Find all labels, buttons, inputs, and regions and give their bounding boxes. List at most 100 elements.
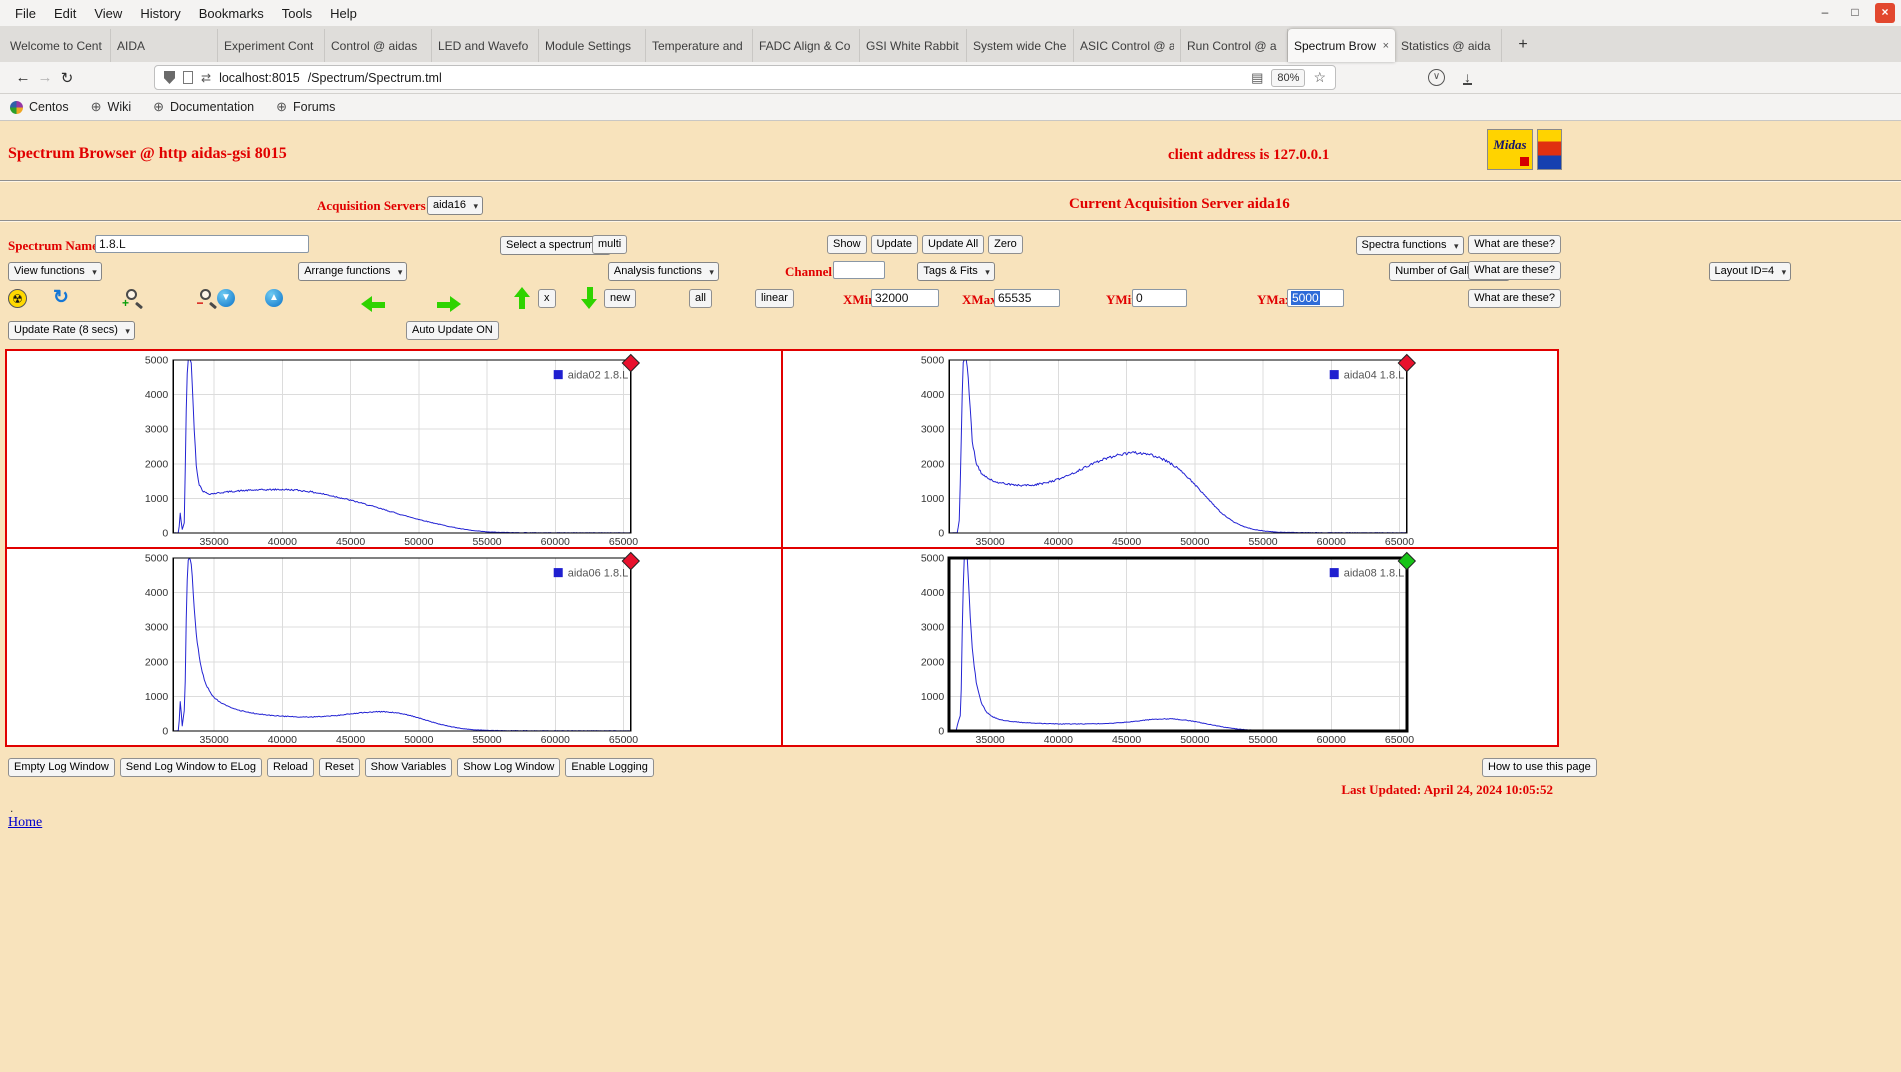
tags-fits-select[interactable]: Tags & Fits [917, 262, 994, 281]
bookmark-wiki[interactable]: ⊕Wiki [91, 99, 132, 115]
acquisition-server-select[interactable]: aida16 [427, 196, 483, 215]
multi-button[interactable]: multi [592, 235, 627, 254]
menu-file[interactable]: File [6, 2, 45, 25]
spectrum-cell-aida06[interactable]: 3500040000450005000055000600006500001000… [6, 548, 782, 746]
show-log-window-button[interactable]: Show Log Window [457, 758, 560, 777]
svg-text:50000: 50000 [404, 536, 433, 547]
menu-view[interactable]: View [85, 2, 131, 25]
tab-run-control-a[interactable]: Run Control @ a [1181, 29, 1288, 62]
maximize-button[interactable]: □ [1845, 3, 1865, 23]
menu-bookmarks[interactable]: Bookmarks [190, 2, 273, 25]
tab-fadc-align-co[interactable]: FADC Align & Co [753, 29, 860, 62]
refresh-icon[interactable]: ↻ [53, 288, 69, 308]
divider [0, 220, 1901, 222]
what-are-these-button[interactable]: What are these? [1468, 261, 1561, 280]
layout-id-select[interactable]: Layout ID=4 [1709, 262, 1792, 281]
menu-history[interactable]: History [131, 2, 189, 25]
arrow-right-icon[interactable] [437, 296, 461, 313]
reload-icon[interactable]: ↻ [56, 69, 78, 87]
tab-led-and-wavefo[interactable]: LED and Wavefo [432, 29, 539, 62]
expand-icon[interactable]: ▲ [265, 289, 283, 307]
send-log-window-to-elog-button[interactable]: Send Log Window to ELog [120, 758, 262, 777]
new-tab-button[interactable]: + [1510, 32, 1536, 58]
bookmark-centos[interactable]: Centos [10, 100, 69, 114]
tab-control-aidas[interactable]: Control @ aidas [325, 29, 432, 62]
page-info-icon[interactable] [183, 71, 193, 84]
download-icon[interactable]: ↓ [1463, 71, 1472, 85]
svg-text:40000: 40000 [268, 734, 297, 745]
shield-icon[interactable] [164, 71, 175, 84]
close-button[interactable]: × [1875, 3, 1895, 23]
channel-input[interactable] [833, 261, 885, 279]
menu-edit[interactable]: Edit [45, 2, 85, 25]
auto-update-button[interactable]: Auto Update ON [406, 321, 499, 340]
what-are-these-button[interactable]: What are these? [1468, 235, 1561, 254]
tab-experiment-cont[interactable]: Experiment Cont [218, 29, 325, 62]
spectrum-cell-aida08[interactable]: 3500040000450005000055000600006500001000… [782, 548, 1558, 746]
tab-gsi-white-rabbit[interactable]: GSI White Rabbit [860, 29, 967, 62]
zoom-level-badge[interactable]: 80% [1271, 69, 1305, 87]
enable-logging-button[interactable]: Enable Logging [565, 758, 653, 777]
tab-close-icon[interactable]: × [1378, 40, 1389, 52]
xmin-input[interactable] [871, 289, 939, 307]
ymin-input[interactable] [1132, 289, 1187, 307]
spectrum-cell-aida02[interactable]: 3500040000450005000055000600006500001000… [6, 350, 782, 548]
update-all-button[interactable]: Update All [922, 235, 984, 254]
back-icon[interactable]: ← [12, 69, 34, 86]
tab-system-wide-che[interactable]: System wide Che [967, 29, 1074, 62]
view-functions-select[interactable]: View functions [8, 262, 102, 281]
arrange-functions-select[interactable]: Arrange functions [298, 262, 407, 281]
what-are-these-button[interactable]: What are these? [1468, 289, 1561, 308]
x-button[interactable]: x [538, 289, 556, 308]
update-rate-select[interactable]: Update Rate (8 secs) [8, 321, 135, 340]
tab-bar: Welcome to CentAIDAExperiment ContContro… [0, 26, 1901, 62]
menu-tools[interactable]: Tools [273, 2, 321, 25]
tab-module-settings[interactable]: Module Settings [539, 29, 646, 62]
update-button[interactable]: Update [871, 235, 918, 254]
shrink-icon[interactable]: ▼ [217, 289, 235, 307]
spectrum-cell-aida04[interactable]: 3500040000450005000055000600006500001000… [782, 350, 1558, 548]
reset-button[interactable]: Reset [319, 758, 360, 777]
tab-aida[interactable]: AIDA [111, 29, 218, 62]
tab-welcome-to-cent[interactable]: Welcome to Cent [4, 29, 111, 62]
new-button[interactable]: new [604, 289, 636, 308]
radiation-icon[interactable]: ☢ [8, 289, 27, 308]
menu-help[interactable]: Help [321, 2, 366, 25]
pocket-icon[interactable]: ∨ [1428, 69, 1445, 86]
show-variables-button[interactable]: Show Variables [365, 758, 453, 777]
analysis-functions-select[interactable]: Analysis functions [608, 262, 719, 281]
tab-asic-control-a[interactable]: ASIC Control @ a [1074, 29, 1181, 62]
minimize-button[interactable]: – [1815, 3, 1835, 23]
xmax-input[interactable] [994, 289, 1060, 307]
spectrum-name-input[interactable] [95, 235, 309, 253]
tab-spectrum-brow[interactable]: Spectrum Brow× [1288, 29, 1395, 62]
svg-text:2000: 2000 [921, 656, 944, 668]
empty-log-window-button[interactable]: Empty Log Window [8, 758, 115, 777]
bookmark-forums[interactable]: ⊕Forums [276, 99, 335, 115]
arrow-down-icon[interactable] [581, 287, 598, 309]
arrow-up-icon[interactable] [514, 287, 531, 309]
bookmark-documentation[interactable]: ⊕Documentation [153, 99, 254, 115]
reader-mode-icon[interactable]: ▤ [1251, 70, 1263, 86]
show-button[interactable]: Show [827, 235, 867, 254]
tab-statistics-aida[interactable]: Statistics @ aida [1395, 29, 1502, 62]
swap-icon[interactable]: ⇄ [201, 71, 211, 85]
log-buttons-row: Empty Log Window Send Log Window to ELog R… [8, 758, 654, 777]
home-link[interactable]: Home [8, 815, 42, 831]
linear-button[interactable]: linear [755, 289, 794, 308]
spectra-functions-select[interactable]: Spectra functions [1356, 236, 1464, 255]
url-bar[interactable]: ⇄ localhost:8015/Spectrum/Spectrum.tml ▤… [154, 65, 1336, 90]
ymax-input[interactable]: 5000 [1287, 289, 1344, 307]
tab-temperature-and[interactable]: Temperature and [646, 29, 753, 62]
arrow-left-icon[interactable] [361, 296, 385, 313]
how-to-use-button[interactable]: How to use this page [1482, 758, 1597, 777]
all-button[interactable]: all [689, 289, 712, 308]
svg-text:35000: 35000 [976, 536, 1005, 547]
zoom-out-icon[interactable]: − [196, 288, 218, 310]
bookmark-star-icon[interactable]: ☆ [1313, 69, 1326, 86]
reload-button[interactable]: Reload [267, 758, 314, 777]
svg-text:35000: 35000 [976, 734, 1005, 745]
tab-label: Statistics @ aida [1401, 39, 1495, 53]
zoom-in-icon[interactable]: + [122, 288, 144, 310]
zero-button[interactable]: Zero [988, 235, 1023, 254]
